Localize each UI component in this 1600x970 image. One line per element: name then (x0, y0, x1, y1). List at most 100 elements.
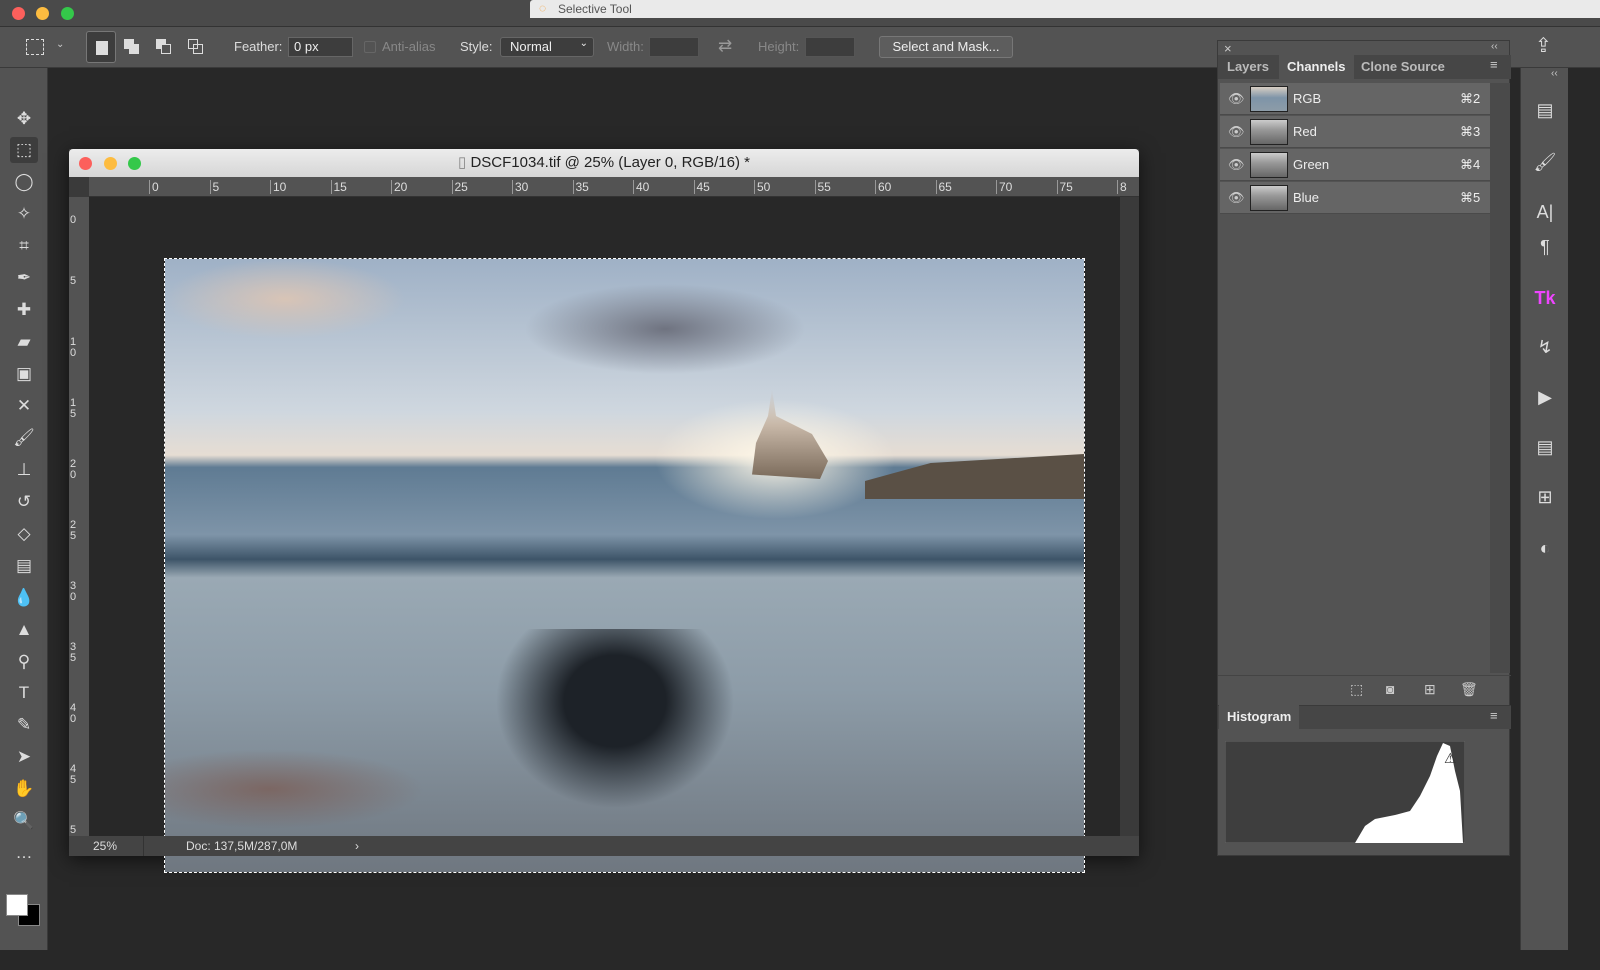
eye-icon[interactable]: 👁 (1228, 91, 1245, 107)
vertical-scrollbar[interactable] (1120, 197, 1139, 836)
save-selection-mask-icon[interactable]: ◙ (1386, 681, 1394, 697)
tab-channels[interactable]: Channels (1279, 55, 1354, 79)
dodge-tool-icon[interactable]: ⚲ (10, 649, 38, 675)
eye-icon[interactable]: 👁 (1228, 124, 1245, 140)
collapse-strip-icon[interactable]: ‹‹ (1551, 68, 1558, 79)
add-selection-button[interactable] (124, 39, 140, 55)
healing-brush-tool-icon[interactable]: ✚ (10, 297, 38, 323)
close-document-button[interactable] (79, 157, 92, 170)
history-icon[interactable]: ↯ (1531, 333, 1559, 361)
photo-image[interactable] (164, 258, 1085, 873)
anti-alias-label: Anti-alias (382, 39, 436, 54)
character-icon[interactable]: A| (1531, 198, 1559, 226)
ruler-tick-label: 3 0 (70, 580, 77, 603)
paragraph-icon[interactable]: ¶ (1531, 233, 1559, 261)
document-file-icon: ▯ (458, 154, 471, 171)
marquee-preset-icon[interactable] (26, 39, 44, 55)
move-tool-icon[interactable]: ✥ (10, 106, 38, 132)
feather-input[interactable]: 0 px (288, 37, 353, 57)
trash-icon[interactable]: 🗑 (1460, 681, 1478, 698)
document-title: DSCF1034.tif @ 25% (Layer 0, RGB/16) * (470, 154, 750, 171)
band-aid-tool-icon[interactable]: ▰ (10, 329, 38, 355)
ruler-tick-label: 50 (754, 180, 770, 194)
3d-icon[interactable]: ⊞ (1531, 483, 1559, 511)
tk-plugin-icon[interactable]: Tk (1531, 284, 1559, 312)
clone-stamp-tool-icon[interactable]: ⊥ (10, 457, 38, 483)
tools-panel: ✥ ⬚ ◯ ✧ ⌗ ✒ ✚ ▰ ▣ ✕ 🖌 ⊥ ↺ ◇ ▤ 💧 ▲ ⚲ T ✎ … (0, 68, 48, 950)
canvas-area[interactable] (89, 197, 1120, 873)
hand-tool-icon[interactable]: ✋ (10, 776, 38, 802)
zoom-tool-icon[interactable]: 🔍 (10, 808, 38, 834)
pen-tool-icon[interactable]: ✎ (10, 712, 38, 738)
anti-alias-checkbox[interactable] (364, 41, 376, 53)
ruler-tick-label: 8 (1117, 180, 1127, 194)
lasso-tool-icon[interactable]: ◯ (10, 169, 38, 195)
channel-shortcut: ⌘5 (1460, 190, 1481, 205)
select-and-mask-button[interactable]: Select and Mask... (879, 36, 1013, 58)
tab-layers[interactable]: Layers (1219, 55, 1277, 79)
chevron-right-icon[interactable]: › (355, 839, 359, 853)
adjustments-icon[interactable]: ◐ (1531, 534, 1559, 562)
channel-row-rgb[interactable]: 👁 RGB ⌘2 (1220, 83, 1490, 115)
type-tool-icon[interactable]: T (10, 680, 38, 706)
subtract-selection-button[interactable] (156, 39, 172, 55)
intersect-selection-button[interactable] (188, 39, 204, 55)
eye-icon[interactable]: 👁 (1228, 190, 1245, 206)
history-brush-icon[interactable]: ↺ (10, 489, 38, 515)
histogram-menu-icon[interactable]: ≡ (1490, 708, 1498, 723)
ruler-tick-label: 5 (209, 180, 219, 194)
frame-tool-icon[interactable]: ▣ (10, 361, 38, 387)
height-input[interactable] (805, 37, 855, 57)
eyedropper-tool-icon[interactable]: ✒ (10, 265, 38, 291)
content-aware-move-icon[interactable]: ✕ (10, 393, 38, 419)
eraser-tool-icon[interactable]: ◇ (10, 521, 38, 547)
ruler-tick-label: 2 5 (70, 519, 77, 542)
libraries-icon[interactable]: ▤ (1531, 96, 1559, 124)
channel-list: 👁 RGB ⌘2 👁 Red ⌘3 👁 Green ⌘4 👁 Blue ⌘5 (1219, 83, 1490, 215)
channel-row-green[interactable]: 👁 Green ⌘4 (1220, 149, 1490, 181)
magic-wand-tool-icon[interactable]: ✧ (10, 201, 38, 227)
ruler-tick-label: 3 5 (70, 641, 77, 664)
collapse-panel-icon[interactable]: ‹‹ (1491, 41, 1498, 52)
close-panel-icon[interactable]: × (1224, 41, 1232, 56)
tab-clone-source[interactable]: Clone Source (1353, 55, 1453, 79)
eye-icon[interactable]: 👁 (1228, 157, 1245, 173)
crop-tool-icon[interactable]: ⌗ (10, 233, 38, 259)
blur-tool-icon[interactable]: 💧 (10, 585, 38, 611)
minimize-document-button[interactable] (104, 157, 117, 170)
channels-scrollbar[interactable] (1490, 83, 1510, 673)
ruler-tick-label: 4 5 (70, 763, 77, 786)
more-tools-icon[interactable]: … (10, 840, 38, 866)
new-channel-icon[interactable]: ⊞ (1424, 681, 1436, 698)
ruler-tick-label: 60 (875, 180, 891, 194)
gradient-tool-icon[interactable]: ▤ (10, 553, 38, 579)
channel-thumbnail (1250, 185, 1288, 211)
width-input[interactable] (649, 37, 699, 57)
style-value: Normal (510, 39, 552, 54)
brush-settings-icon[interactable]: 🖌 (1531, 148, 1559, 176)
rectangular-marquee-tool-icon[interactable]: ⬚ (10, 137, 38, 163)
load-selection-icon[interactable]: ⬚ (1350, 681, 1363, 698)
panel-menu-icon[interactable]: ≡ (1490, 57, 1498, 72)
channel-row-blue[interactable]: 👁 Blue ⌘5 (1220, 182, 1490, 214)
feather-label: Feather: (234, 39, 283, 54)
close-window-button[interactable] (12, 7, 25, 20)
properties-icon[interactable]: ▤ (1531, 433, 1559, 461)
zoom-window-button[interactable] (61, 7, 74, 20)
histogram-title: Histogram (1219, 705, 1300, 729)
actions-play-icon[interactable]: ▶ (1531, 383, 1559, 411)
share-icon[interactable]: ⇪ (1535, 33, 1552, 58)
style-select[interactable]: Normal ⌄ (500, 37, 594, 57)
zoom-document-button[interactable] (128, 157, 141, 170)
zoom-level[interactable]: 25% (93, 839, 117, 853)
ruler-tick-label: 0 (149, 180, 159, 194)
minimize-window-button[interactable] (36, 7, 49, 20)
channel-row-red[interactable]: 👁 Red ⌘3 (1220, 116, 1490, 148)
swap-icon[interactable]: ⇄ (718, 36, 732, 56)
path-selection-tool-icon[interactable]: ➤ (10, 744, 38, 770)
foreground-color-swatch[interactable] (6, 894, 28, 916)
sharpen-tool-icon[interactable]: ▲ (10, 617, 38, 643)
new-selection-button[interactable] (86, 31, 116, 63)
brush-tool-icon[interactable]: 🖌 (10, 425, 38, 451)
chevron-down-icon[interactable]: ⌄ (56, 39, 64, 50)
